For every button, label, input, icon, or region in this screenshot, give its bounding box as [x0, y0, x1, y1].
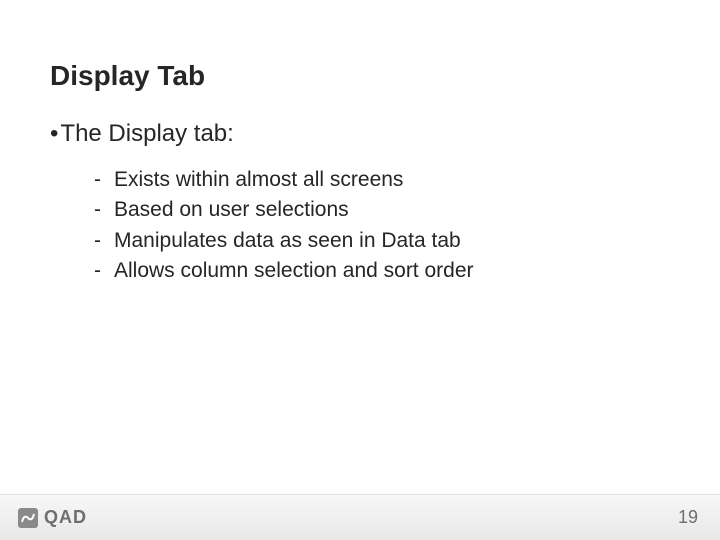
dash-icon: -	[94, 166, 114, 194]
list-item: -Exists within almost all screens	[94, 166, 670, 194]
slide: Display Tab •The Display tab: -Exists wi…	[0, 0, 720, 540]
slide-footer: QAD 19	[0, 494, 720, 540]
logo-icon	[18, 508, 38, 528]
bullet-level1: •The Display tab:	[50, 120, 670, 148]
logo-text: QAD	[44, 507, 87, 528]
bullet-glyph: •	[50, 120, 58, 148]
list-item-label: Manipulates data as seen in Data tab	[114, 229, 461, 252]
bullet-text: The Display tab:	[60, 120, 233, 147]
dash-icon: -	[94, 257, 114, 285]
list-item-label: Based on user selections	[114, 198, 349, 221]
sub-bullet-list: -Exists within almost all screens -Based…	[50, 166, 670, 285]
dash-icon: -	[94, 227, 114, 255]
list-item: -Based on user selections	[94, 196, 670, 224]
page-number: 19	[678, 507, 698, 528]
list-item-label: Exists within almost all screens	[114, 168, 403, 191]
list-item: -Allows column selection and sort order	[94, 257, 670, 285]
list-item: -Manipulates data as seen in Data tab	[94, 227, 670, 255]
slide-title: Display Tab	[50, 60, 670, 92]
list-item-label: Allows column selection and sort order	[114, 259, 474, 282]
logo: QAD	[18, 507, 87, 528]
dash-icon: -	[94, 196, 114, 224]
